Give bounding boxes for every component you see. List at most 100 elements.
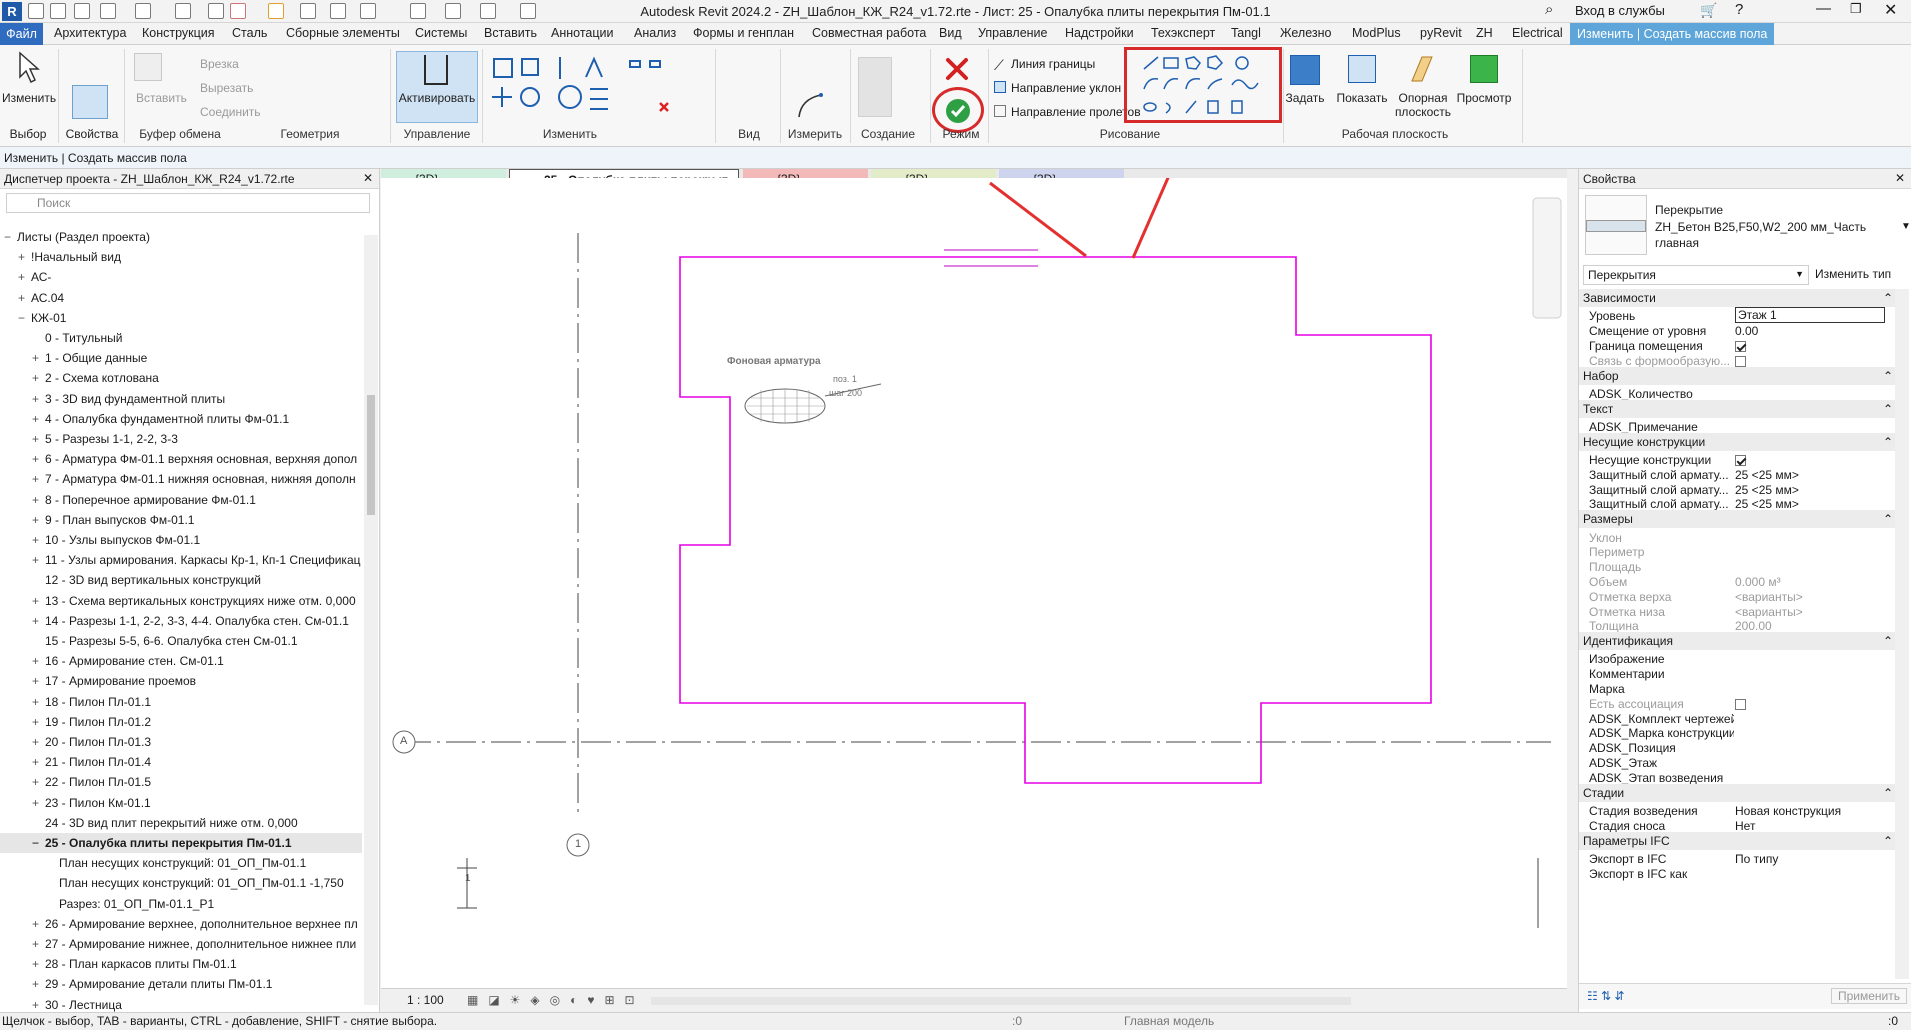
browser-tree-item[interactable]: +22 - Пилон Пл-01.5 (0, 772, 362, 792)
finish-edit-icon[interactable] (946, 99, 970, 123)
tab-zhelezno[interactable]: Железно (1280, 26, 1331, 40)
horizontal-scrollbar[interactable] (651, 997, 1351, 1005)
browser-tree-item[interactable]: +21 - Пилон Пл-01.4 (0, 752, 362, 772)
expand-toggle-icon[interactable]: + (32, 793, 42, 813)
collapse-icon[interactable]: ⌃ (1883, 400, 1893, 418)
tab-analyze[interactable]: Анализ (634, 26, 676, 40)
property-group-header[interactable]: Текст ⌃ (1579, 399, 1899, 418)
select-dropdown[interactable]: Выбор (2, 127, 54, 141)
browser-scrollbar[interactable] (364, 235, 378, 1005)
tab-precast[interactable]: Сборные элементы (286, 26, 400, 40)
tab-steel[interactable]: Сталь (232, 26, 267, 40)
expand-toggle-icon[interactable]: + (32, 409, 42, 429)
tab-pyrevit[interactable]: pyRevit (1420, 26, 1462, 40)
tab-techexpert[interactable]: Техэксперт (1151, 26, 1215, 40)
expand-toggle-icon[interactable]: + (32, 510, 42, 530)
expand-toggle-icon[interactable]: + (32, 449, 42, 469)
browser-tree-item[interactable]: +10 - Узлы выпусков Фм-01.1 (0, 530, 362, 550)
drawing-canvas[interactable]: Фоновая арматура поз. 1 шаг 200 A 1 1 (381, 178, 1567, 988)
checkbox-icon[interactable] (1735, 341, 1746, 353)
expand-toggle-icon[interactable]: + (18, 247, 28, 267)
browser-tree-item[interactable]: +18 - Пилон Пл-01.1 (0, 692, 362, 712)
apply-button[interactable]: Применить (1831, 988, 1908, 1004)
browser-tree-item[interactable]: +2 - Схема котлована (0, 368, 362, 388)
measure-icon-large[interactable] (795, 91, 825, 121)
edit-type-button[interactable]: Изменить тип (1815, 267, 1891, 281)
properties-help-icon[interactable]: ☷ ⇅ ⇵ (1587, 989, 1625, 1003)
property-group-header[interactable]: Идентификация ⌃ (1579, 632, 1899, 651)
draw-tools[interactable] (1142, 55, 1262, 115)
tab-modplus[interactable]: ModPlus (1352, 26, 1401, 40)
browser-tree-item[interactable]: +26 - Армирование верхнее, дополнительно… (0, 914, 362, 934)
boundary-line-button[interactable]: Линия границы (1011, 57, 1095, 71)
collapse-icon[interactable]: ⌃ (1883, 367, 1893, 385)
search-icon[interactable]: ⌕ (1545, 1, 1553, 18)
browser-tree-item[interactable]: +28 - План каркасов плиты Пм-01.1 (0, 954, 362, 974)
expand-toggle-icon[interactable]: + (32, 469, 42, 489)
expand-toggle-icon[interactable]: + (32, 429, 42, 449)
tab-manage[interactable]: Управление (978, 26, 1048, 40)
browser-tree-item[interactable]: − КЖ-01 (0, 308, 362, 328)
tab-architecture[interactable]: Архитектура (54, 26, 126, 40)
tab-modify-create-floor[interactable]: Изменить | Создать массив пола (1570, 23, 1775, 45)
expand-toggle-icon[interactable]: + (32, 651, 42, 671)
browser-tree-item[interactable]: +14 - Разрезы 1-1, 2-2, 3-3, 4-4. Опалуб… (0, 611, 362, 631)
expand-toggle-icon[interactable]: − (32, 833, 42, 853)
expand-toggle-icon[interactable]: + (32, 772, 42, 792)
expand-toggle-icon[interactable]: + (32, 732, 42, 752)
browser-tree-item[interactable]: +4 - Опалубка фундаментной плиты Фм-01.1 (0, 409, 362, 429)
expand-toggle-icon[interactable]: + (32, 591, 42, 611)
browser-search-input[interactable]: Поиск (6, 193, 370, 213)
browser-tree-item[interactable]: 15 - Разрезы 5-5, 6-6. Опалубка стен См-… (0, 631, 362, 651)
property-group-header[interactable]: Стадии ⌃ (1579, 783, 1899, 802)
browser-tree-item[interactable]: +16 - Армирование стен. См-01.1 (0, 651, 362, 671)
browser-tree-item[interactable]: +7 - Арматура Фм-01.1 нижняя основная, н… (0, 469, 362, 489)
browser-tree-item[interactable]: +6 - Арматура Фм-01.1 верхняя основная, … (0, 449, 362, 469)
expand-toggle-icon[interactable]: + (18, 288, 28, 308)
tab-insert[interactable]: Вставить (484, 26, 537, 40)
collapse-icon[interactable]: ⌃ (1883, 784, 1893, 802)
instance-filter-select[interactable]: Перекрытия ▼ (1583, 265, 1809, 285)
span-direction-button[interactable]: Направление пролетов (1011, 105, 1141, 119)
property-group-header[interactable]: Несущие конструкции ⌃ (1579, 432, 1899, 451)
collapse-icon[interactable]: ⌃ (1883, 510, 1893, 528)
tab-collaborate[interactable]: Совместная работа (812, 26, 926, 40)
tab-electrical[interactable]: Electrical (1512, 26, 1563, 40)
type-dropdown-chevron-icon[interactable]: ▼ (1901, 221, 1911, 232)
browser-tree-item[interactable]: 12 - 3D вид вертикальных конструкций (0, 570, 362, 590)
browser-tree-item[interactable]: +17 - Армирование проемов (0, 671, 362, 691)
browser-tree-item[interactable]: +29 - Армирование детали плиты Пм-01.1 (0, 974, 362, 994)
expand-toggle-icon[interactable]: + (32, 348, 42, 368)
viewer-button[interactable]: Просмотр (1454, 91, 1514, 105)
browser-tree-item[interactable]: +23 - Пилон Км-01.1 (0, 793, 362, 813)
tab-addins[interactable]: Надстройки (1065, 26, 1134, 40)
restore-button[interactable]: ❐ (1850, 1, 1862, 17)
activate-button[interactable]: Активировать (396, 91, 478, 105)
slope-arrow-button[interactable]: Направление уклона (1011, 81, 1121, 95)
browser-tree-item[interactable]: +11 - Узлы армирования. Каркасы Кр-1, Кп… (0, 550, 362, 570)
tab-zh[interactable]: ZH (1476, 26, 1493, 40)
expand-toggle-icon[interactable]: + (32, 974, 42, 994)
tab-file[interactable]: Файл (0, 23, 43, 45)
tab-systems[interactable]: Системы (415, 26, 467, 40)
expand-toggle-icon[interactable]: + (32, 368, 42, 388)
browser-tree-item[interactable]: +5 - Разрезы 1-1, 2-2, 3-3 (0, 429, 362, 449)
close-icon[interactable]: ✕ (363, 171, 373, 185)
property-group-header[interactable]: Параметры IFC ⌃ (1579, 831, 1899, 850)
browser-tree-item[interactable]: + !Начальный вид (0, 247, 362, 267)
tab-view[interactable]: Вид (939, 26, 962, 40)
set-workplane-button[interactable]: Задать (1282, 91, 1328, 105)
expand-toggle-icon[interactable]: + (32, 712, 42, 732)
expand-toggle-icon[interactable]: + (32, 490, 42, 510)
tab-structure[interactable]: Конструкция (142, 26, 215, 40)
browser-tree-item[interactable]: +3 - 3D вид фундаментной плиты (0, 389, 362, 409)
modify-button[interactable]: Изменить (2, 91, 56, 105)
expand-toggle-icon[interactable]: − (4, 227, 14, 247)
property-value[interactable]: Этаж 1 (1735, 307, 1885, 324)
collapse-icon[interactable]: ⌃ (1883, 632, 1893, 650)
viewer-icon[interactable] (1470, 55, 1498, 83)
browser-tree-item[interactable]: + АС- (0, 267, 362, 287)
property-row[interactable]: Экспорт в IFC как (1579, 865, 1899, 883)
ref-plane-icon[interactable] (1408, 55, 1436, 83)
expand-toggle-icon[interactable]: − (18, 308, 28, 328)
